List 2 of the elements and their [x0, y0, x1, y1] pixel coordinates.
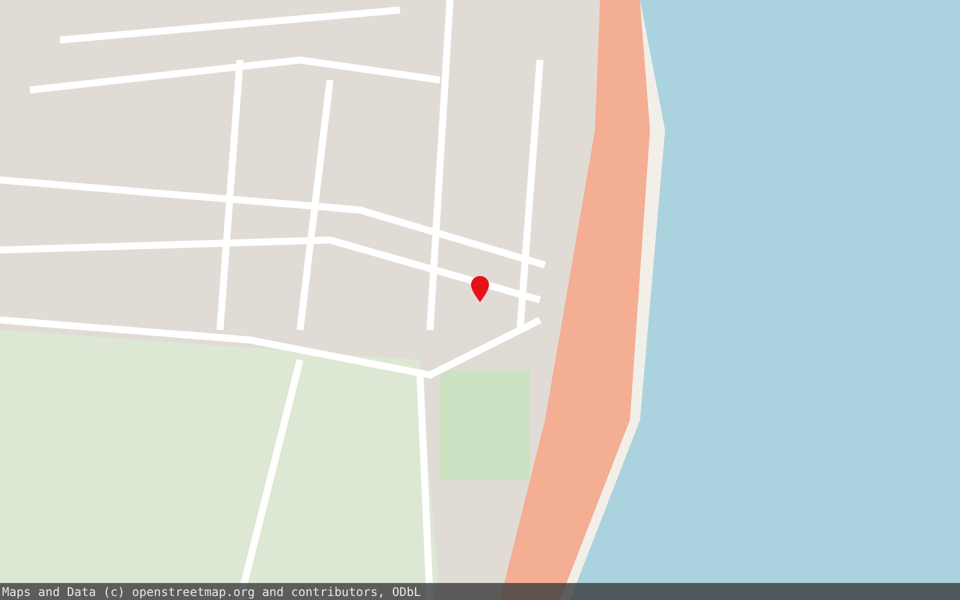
map-pin-icon [471, 276, 489, 302]
attribution-text: Maps and Data (c) openstreetmap.org and contributors, ODbL [2, 585, 422, 599]
